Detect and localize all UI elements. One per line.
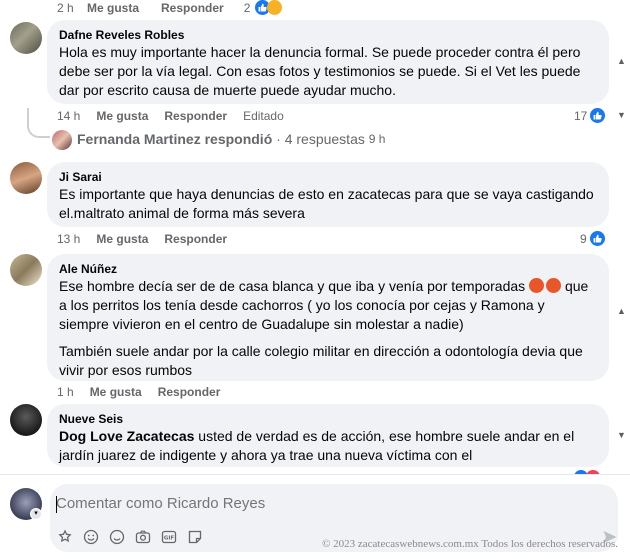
svg-text:GIF: GIF <box>163 535 174 541</box>
comment-text: Hola es muy importante hacer la denuncia… <box>59 44 581 98</box>
comment-input[interactable] <box>56 495 456 512</box>
reply-button[interactable]: Responder <box>164 109 227 123</box>
comment-text: También suele andar por la calle colegio… <box>59 343 583 378</box>
comment-text-part: Ese hombre decía ser de de casa blanca y… <box>59 278 526 294</box>
scrollbar[interactable] <box>613 0 630 474</box>
like-reaction-icon <box>588 230 606 247</box>
angry-emoji-icon <box>529 278 545 293</box>
avatar[interactable] <box>10 404 42 436</box>
comment-time[interactable]: 2 h <box>57 1 87 15</box>
comment-time[interactable]: 14 h <box>57 109 80 123</box>
angry-emoji-icon <box>546 278 562 293</box>
comment-author[interactable]: Dafne Reveles Robles <box>59 27 597 43</box>
scroll-down-icon[interactable]: ▼ <box>617 110 626 120</box>
previous-comment-actions: 2 h Me gusta Responder 2 <box>57 0 283 16</box>
avatar[interactable] <box>10 162 42 194</box>
avatar[interactable] <box>10 254 42 286</box>
comment-author[interactable]: Nueve Seis <box>59 411 597 427</box>
like-button[interactable]: Me gusta <box>90 385 142 399</box>
comment-actions: 1 h Me gusta Responder <box>57 384 236 400</box>
smiley-icon[interactable] <box>108 528 125 545</box>
reply-button[interactable]: Responder <box>164 232 227 246</box>
sticker-icon[interactable] <box>186 528 203 545</box>
reply-count: · 4 respuestas <box>276 131 365 147</box>
reply-button[interactable]: Responder <box>161 1 224 15</box>
text-caret <box>56 496 57 513</box>
divider <box>0 474 630 475</box>
comment-author[interactable]: Ale Núñez <box>59 261 597 277</box>
like-reaction-icon <box>589 107 607 124</box>
reaction-count[interactable]: 2 <box>244 1 251 15</box>
view-replies-link[interactable]: Fernanda Martinez respondió · 4 respuest… <box>77 131 385 147</box>
reaction-count: 9 <box>580 231 587 246</box>
reaction-count: 17 <box>574 108 588 123</box>
camera-icon[interactable] <box>134 528 151 545</box>
edited-label: Editado <box>243 109 284 123</box>
reaction-summary[interactable]: 9 <box>580 230 606 247</box>
like-button[interactable]: Me gusta <box>87 1 139 15</box>
scroll-up-icon[interactable]: ▲ <box>617 56 626 66</box>
replier-name: Fernanda Martinez respondió <box>77 131 273 147</box>
reply-avatar[interactable] <box>52 130 72 150</box>
comment-bubble: Nueve Seis Dog Love Zacatecas usted de v… <box>47 404 609 467</box>
comment-actions: 13 h Me gusta Responder <box>57 231 243 247</box>
comment-bubble: Ji Sarai Es importante que haya denuncia… <box>47 162 609 227</box>
thread-connector <box>27 108 50 138</box>
comment-text: Es importante que haya denuncias de esto… <box>59 186 594 221</box>
reply-button[interactable]: Responder <box>158 385 221 399</box>
scroll-up-icon[interactable]: ▲ <box>617 306 626 316</box>
comment-text: Ese hombre decía ser de de casa blanca y… <box>59 277 597 334</box>
reply-time: 9 h <box>368 132 386 146</box>
comment-actions: 14 h Me gusta Responder Editado <box>57 108 300 124</box>
avatar-sticker-icon[interactable] <box>56 528 73 545</box>
comment-text: Dog Love Zacatecas usted de verdad es de… <box>59 427 597 465</box>
mention-link[interactable]: Dog Love Zacatecas <box>59 428 194 444</box>
emoji-icon[interactable] <box>82 528 99 545</box>
gif-icon[interactable]: GIF <box>160 528 177 545</box>
sad-reaction-icon <box>267 0 283 15</box>
avatar-dropdown-icon[interactable]: ▾ <box>30 508 42 520</box>
like-button[interactable]: Me gusta <box>96 109 148 123</box>
comment-bubble: Ale Núñez Ese hombre decía ser de de cas… <box>47 254 609 381</box>
comment-time[interactable]: 1 h <box>57 385 74 399</box>
comment-bubble: Dafne Reveles Robles Hola es muy importa… <box>47 20 609 104</box>
comment-time[interactable]: 13 h <box>57 232 80 246</box>
composer-toolbar: GIF <box>56 528 203 545</box>
scroll-down-icon[interactable]: ▼ <box>617 430 626 440</box>
avatar[interactable] <box>10 22 42 54</box>
reaction-summary[interactable]: 17 <box>574 107 607 124</box>
watermark: © 2023 zacatecaswebnews.com.mx Todos los… <box>322 538 619 550</box>
like-button[interactable]: Me gusta <box>96 232 148 246</box>
comment-author[interactable]: Ji Sarai <box>59 169 597 185</box>
